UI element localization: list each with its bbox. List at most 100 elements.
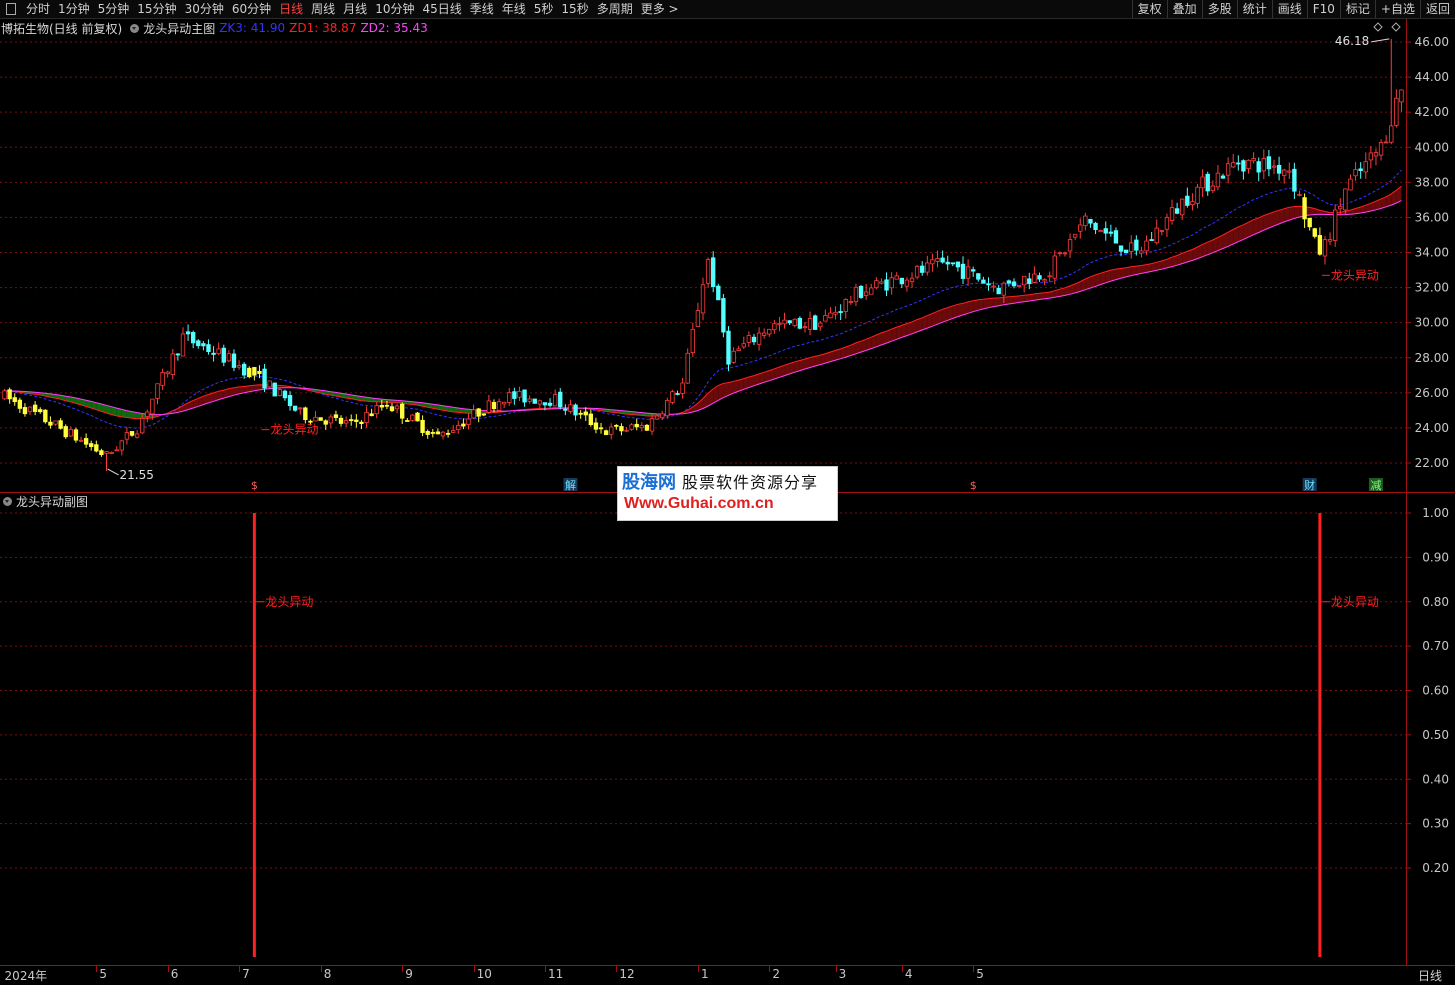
candle-body	[105, 452, 109, 454]
candle-body	[1145, 241, 1149, 251]
candle-body	[1293, 169, 1297, 191]
sub-indicator-name[interactable]: 龙头异动副图	[16, 493, 88, 510]
date-tick-label: 2	[772, 967, 780, 981]
candle-body	[1389, 126, 1393, 142]
period-tab[interactable]: 日线	[275, 0, 307, 18]
band-segment	[15, 391, 20, 392]
candle-body	[146, 412, 150, 417]
band-segment	[341, 393, 346, 398]
candle-body	[635, 424, 639, 427]
date-tick-label: 7	[242, 967, 250, 981]
band-segment	[999, 297, 1004, 305]
band-segment	[265, 385, 270, 389]
candle-body	[1084, 216, 1088, 226]
period-tab[interactable]: 30分钟	[181, 0, 228, 18]
band-segment	[239, 386, 244, 393]
period-tab[interactable]: 周线	[307, 0, 339, 18]
candle-body	[1231, 163, 1235, 167]
candle-body	[375, 406, 379, 414]
signal-bar	[1318, 513, 1321, 957]
candle-body	[915, 266, 919, 277]
period-tab[interactable]: 年线	[498, 0, 530, 18]
indicator-name[interactable]: 龙头异动主图	[143, 20, 215, 37]
toolbar-button[interactable]: +自选	[1375, 0, 1420, 18]
band-segment	[254, 385, 259, 391]
candle-body	[457, 425, 461, 429]
period-tab[interactable]: 1分钟	[54, 0, 94, 18]
toolbar-button[interactable]: 返回	[1420, 0, 1455, 18]
dropdown-circle-icon[interactable]	[130, 24, 139, 33]
candle-body	[992, 286, 996, 287]
candle-body	[717, 286, 721, 300]
candle-body	[1043, 280, 1047, 281]
candle-body	[1078, 225, 1082, 231]
price-axis[interactable]	[1406, 19, 1455, 965]
toolbar-button[interactable]: 复权	[1132, 0, 1167, 18]
period-tab[interactable]: 15秒	[557, 0, 592, 18]
candle-body	[497, 402, 501, 411]
candle-body	[253, 367, 257, 375]
band-segment	[841, 347, 846, 359]
candle-body	[813, 316, 817, 330]
candle-body	[1211, 186, 1215, 191]
event-badge: $	[251, 479, 258, 492]
dropdown-circle-icon[interactable]	[3, 497, 12, 506]
date-axis[interactable]: 日线 2024年5678910111212345	[0, 965, 1455, 985]
band-segment	[1085, 277, 1090, 290]
band-segment	[907, 322, 912, 336]
period-tab[interactable]: 月线	[339, 0, 371, 18]
candle-body	[1007, 281, 1011, 283]
toolbar-button[interactable]: 叠加	[1167, 0, 1202, 18]
band-segment	[1310, 207, 1315, 215]
candle-body	[1053, 256, 1057, 278]
band-segment	[876, 333, 881, 347]
toolbar-button[interactable]: F10	[1307, 0, 1340, 18]
band-segment	[423, 403, 428, 407]
candle-body	[217, 349, 221, 354]
period-tab[interactable]: 15分钟	[133, 0, 180, 18]
band-segment	[662, 414, 667, 416]
candle-body	[513, 392, 517, 399]
date-tick-mark	[616, 966, 617, 972]
band-segment	[20, 391, 25, 393]
band-segment	[1294, 206, 1299, 218]
period-tab[interactable]: 45日线	[418, 0, 465, 18]
period-tab[interactable]: 多周期	[593, 0, 637, 18]
period-label[interactable]: 日线	[1418, 967, 1442, 984]
period-tabs: 分时1分钟5分钟15分钟30分钟60分钟日线周线月线10分钟45日线季线年线5秒…	[0, 0, 683, 18]
panel-toggle-icon[interactable]	[6, 3, 16, 15]
period-tab[interactable]: 分时	[22, 0, 54, 18]
toolbar-button[interactable]: 画线	[1272, 0, 1307, 18]
band-segment	[1396, 186, 1401, 203]
candle-body	[212, 353, 216, 354]
candle-body	[1323, 240, 1327, 256]
band-segment	[1075, 282, 1080, 293]
band-segment	[316, 389, 321, 393]
candle-body	[640, 426, 644, 428]
candle-body	[1196, 187, 1200, 203]
toolbar-button[interactable]: 多股	[1202, 0, 1237, 18]
period-tab[interactable]: 60分钟	[228, 0, 275, 18]
candle-body	[956, 262, 960, 267]
toolbar-button[interactable]: 统计	[1237, 0, 1272, 18]
candle-body	[1277, 165, 1281, 173]
band-segment	[1045, 292, 1050, 299]
candle-body	[849, 301, 853, 302]
candle-body	[380, 405, 384, 407]
band-segment	[514, 410, 519, 411]
candle-body	[564, 409, 568, 410]
band-segment	[40, 393, 45, 396]
signal-label: 龙头异动	[1331, 268, 1379, 282]
period-tab[interactable]: 更多 >	[637, 0, 683, 18]
band-segment	[968, 301, 973, 314]
period-tab[interactable]: 10分钟	[371, 0, 418, 18]
period-tab[interactable]: 5秒	[530, 0, 558, 18]
band-segment	[407, 401, 412, 404]
period-tab[interactable]: 季线	[466, 0, 498, 18]
period-tab[interactable]: 5分钟	[94, 0, 134, 18]
toolbar-button[interactable]: 标记	[1340, 0, 1375, 18]
band-segment	[1065, 286, 1070, 295]
band-segment	[795, 360, 800, 372]
candle-body	[757, 333, 761, 344]
candle-body	[176, 354, 180, 355]
